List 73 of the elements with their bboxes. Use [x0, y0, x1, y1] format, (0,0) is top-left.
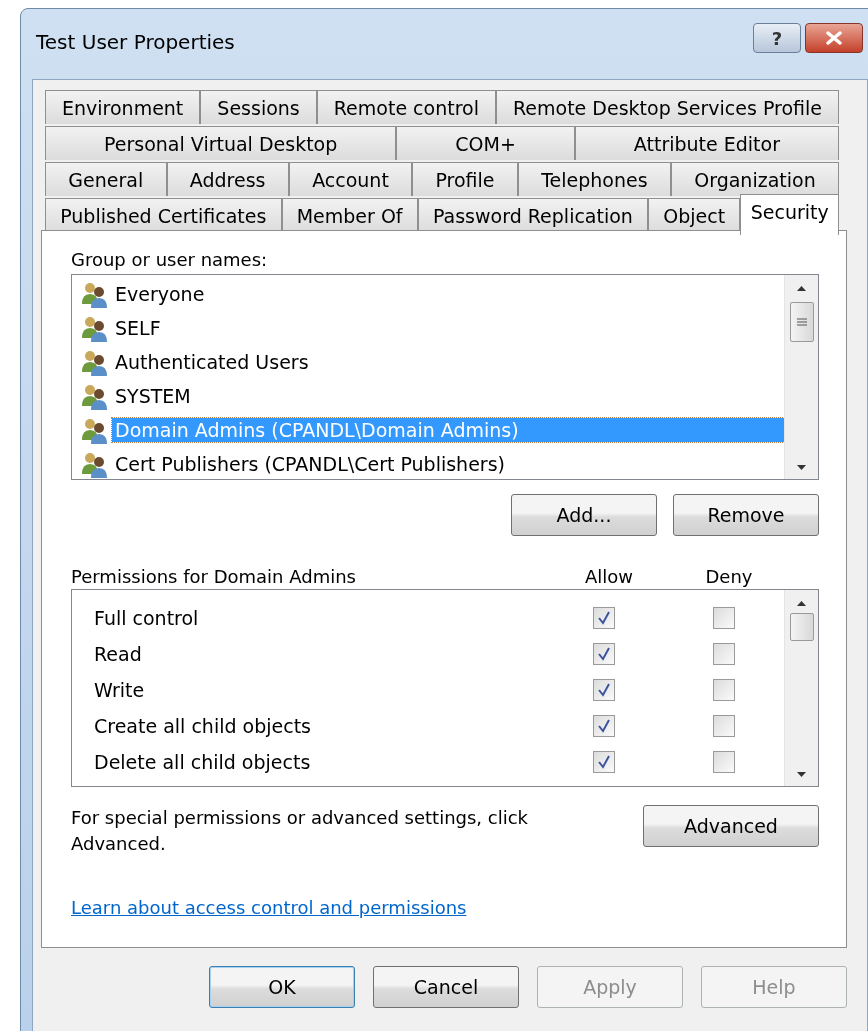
tab[interactable]: Personal Virtual Desktop — [45, 126, 397, 160]
help-link[interactable]: Learn about access control and permissions — [71, 897, 467, 918]
scrollbar[interactable] — [784, 590, 818, 786]
advanced-button[interactable]: Advanced — [643, 805, 819, 847]
check-icon — [597, 611, 611, 625]
check-icon — [597, 683, 611, 697]
tab[interactable]: Organization — [670, 162, 839, 196]
scrollbar-thumb[interactable] — [789, 302, 814, 342]
tab[interactable]: General — [45, 162, 167, 196]
checkbox[interactable] — [713, 679, 735, 701]
close-button[interactable] — [805, 23, 863, 53]
scrollbar-thumb[interactable] — [789, 613, 814, 641]
checkbox[interactable] — [593, 751, 615, 773]
button[interactable]: OK — [209, 966, 355, 1008]
check-icon — [597, 719, 611, 733]
permission-name: Full control — [94, 607, 200, 629]
check-icon — [597, 647, 611, 661]
users-icon — [80, 416, 110, 444]
tab[interactable]: Profile — [412, 162, 518, 196]
hint-text: For special permissions or advanced settings, click Advanced. — [71, 806, 529, 856]
tab[interactable]: Member Of — [281, 198, 418, 232]
window-title: Test User Properties — [36, 30, 235, 54]
up-arrow-icon — [796, 285, 807, 292]
tab[interactable]: Address — [166, 162, 289, 196]
close-icon — [825, 31, 843, 45]
list-label: Group or user names: — [71, 249, 269, 270]
tab[interactable]: COM+ — [396, 126, 575, 160]
list-item[interactable]: SELF — [112, 316, 164, 340]
tab[interactable]: Sessions — [200, 90, 317, 124]
checkbox[interactable] — [593, 607, 615, 629]
down-arrow-icon — [796, 464, 807, 471]
list-label: Permissions for Domain Admins — [71, 566, 357, 587]
users-icon — [80, 450, 110, 478]
list-item[interactable]: Authenticated Users — [112, 350, 312, 374]
tab[interactable]: Remote Desktop Services Profile — [496, 90, 839, 124]
list-item[interactable]: Everyone — [112, 282, 208, 306]
tab[interactable]: Object — [648, 198, 741, 232]
permission-name: Delete all child objects — [94, 751, 312, 773]
permission-name: Read — [94, 643, 143, 665]
down-arrow-icon — [796, 771, 807, 778]
tab[interactable]: Password Replication — [417, 198, 649, 232]
permission-name: Create all child objects — [94, 715, 312, 737]
users-icon — [80, 280, 110, 308]
tab[interactable]: Attribute Editor — [574, 126, 839, 160]
users-icon — [80, 348, 110, 376]
up-arrow-icon — [796, 600, 807, 607]
column-header: Allow — [583, 566, 635, 587]
grip-icon — [796, 318, 807, 326]
tab[interactable]: Remote control — [316, 90, 496, 124]
tab[interactable]: Telephones — [517, 162, 671, 196]
button[interactable]: Remove — [673, 494, 819, 536]
help-button[interactable]: ? — [753, 23, 801, 53]
button[interactable]: Add... — [511, 494, 657, 536]
users-icon — [80, 314, 110, 342]
scrollbar[interactable] — [784, 275, 818, 479]
tab[interactable]: Account — [288, 162, 413, 196]
check-icon — [597, 755, 611, 769]
button[interactable]: Cancel — [373, 966, 519, 1008]
checkbox[interactable] — [593, 643, 615, 665]
list-item[interactable]: Cert Publishers (CPANDL\Cert Publishers) — [112, 452, 508, 476]
checkbox[interactable] — [593, 715, 615, 737]
checkbox[interactable] — [713, 643, 735, 665]
checkbox[interactable] — [713, 607, 735, 629]
checkbox[interactable] — [713, 751, 735, 773]
tab[interactable]: Published Certificates — [45, 198, 282, 232]
tab[interactable]: Environment — [45, 90, 201, 124]
list-item[interactable]: SYSTEM — [112, 384, 194, 408]
checkbox[interactable] — [713, 715, 735, 737]
column-header: Deny — [704, 566, 754, 587]
tab[interactable]: Security — [740, 194, 839, 235]
checkbox[interactable] — [593, 679, 615, 701]
permission-name: Write — [94, 679, 146, 701]
users-icon — [80, 382, 110, 410]
